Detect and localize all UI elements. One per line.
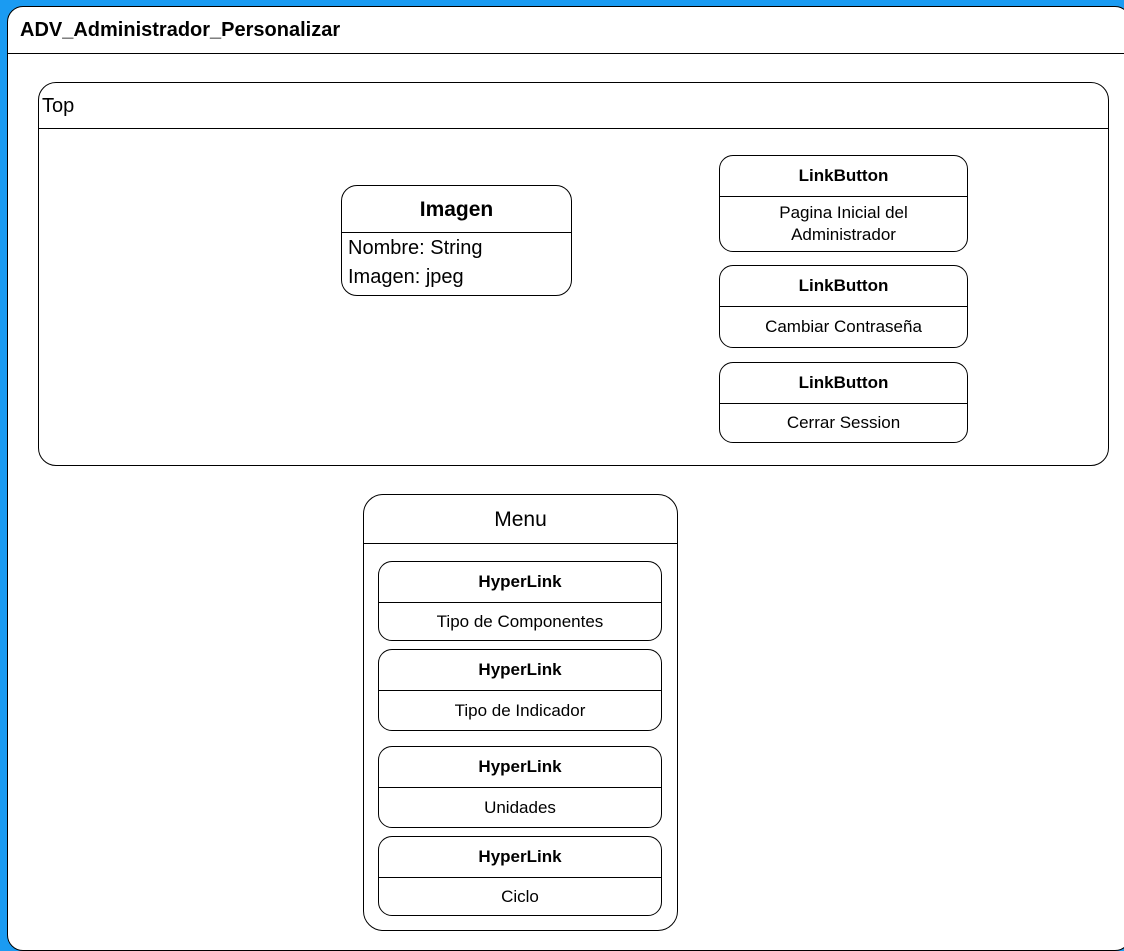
link-button-cambiar-contrasena[interactable]: LinkButton Cambiar Contraseña bbox=[719, 265, 968, 348]
top-panel-label: Top bbox=[39, 83, 1108, 129]
menu-panel: Menu HyperLink Tipo de Componentes Hyper… bbox=[363, 494, 678, 931]
link-button-type-label: LinkButton bbox=[720, 363, 967, 404]
hyperlink-unidades[interactable]: HyperLink Unidades bbox=[378, 746, 662, 828]
top-panel: Top Imagen Nombre: String Imagen: jpeg L… bbox=[38, 82, 1109, 466]
link-button-cerrar-session[interactable]: LinkButton Cerrar Session bbox=[719, 362, 968, 443]
link-button-type-label: LinkButton bbox=[720, 266, 967, 307]
hyperlink-text: Unidades bbox=[484, 797, 556, 817]
link-button-pagina-inicial[interactable]: LinkButton Pagina Inicial del Administra… bbox=[719, 155, 968, 252]
hyperlink-text: Tipo de Indicador bbox=[454, 700, 586, 720]
hyperlink-tipo-de-componentes[interactable]: HyperLink Tipo de Componentes bbox=[378, 561, 662, 641]
link-button-text: Pagina Inicial del Administrador bbox=[779, 203, 908, 244]
hyperlink-type-label: HyperLink bbox=[379, 562, 661, 603]
entity-name: Imagen bbox=[342, 186, 571, 233]
link-button-text: Cerrar Session bbox=[786, 413, 901, 432]
entity-attribute-nombre: Nombre: String bbox=[348, 237, 483, 259]
screen-title: ADV_Administrador_Personalizar bbox=[8, 7, 1124, 54]
link-button-text: Cambiar Contraseña bbox=[765, 317, 922, 336]
hyperlink-type-label: HyperLink bbox=[379, 747, 661, 788]
hyperlink-ciclo[interactable]: HyperLink Ciclo bbox=[378, 836, 662, 916]
imagen-entity: Imagen Nombre: String Imagen: jpeg bbox=[341, 185, 572, 296]
screen-frame: ADV_Administrador_Personalizar Top Image… bbox=[7, 6, 1124, 951]
entity-attribute-imagen: Imagen: jpeg bbox=[348, 266, 464, 288]
menu-panel-label: Menu bbox=[364, 495, 677, 544]
hyperlink-text: Tipo de Componentes bbox=[436, 611, 604, 631]
link-button-type-label: LinkButton bbox=[720, 156, 967, 197]
hyperlink-text: Ciclo bbox=[501, 886, 539, 906]
hyperlink-tipo-de-indicador[interactable]: HyperLink Tipo de Indicador bbox=[378, 649, 662, 731]
hyperlink-type-label: HyperLink bbox=[379, 650, 661, 691]
hyperlink-type-label: HyperLink bbox=[379, 837, 661, 878]
